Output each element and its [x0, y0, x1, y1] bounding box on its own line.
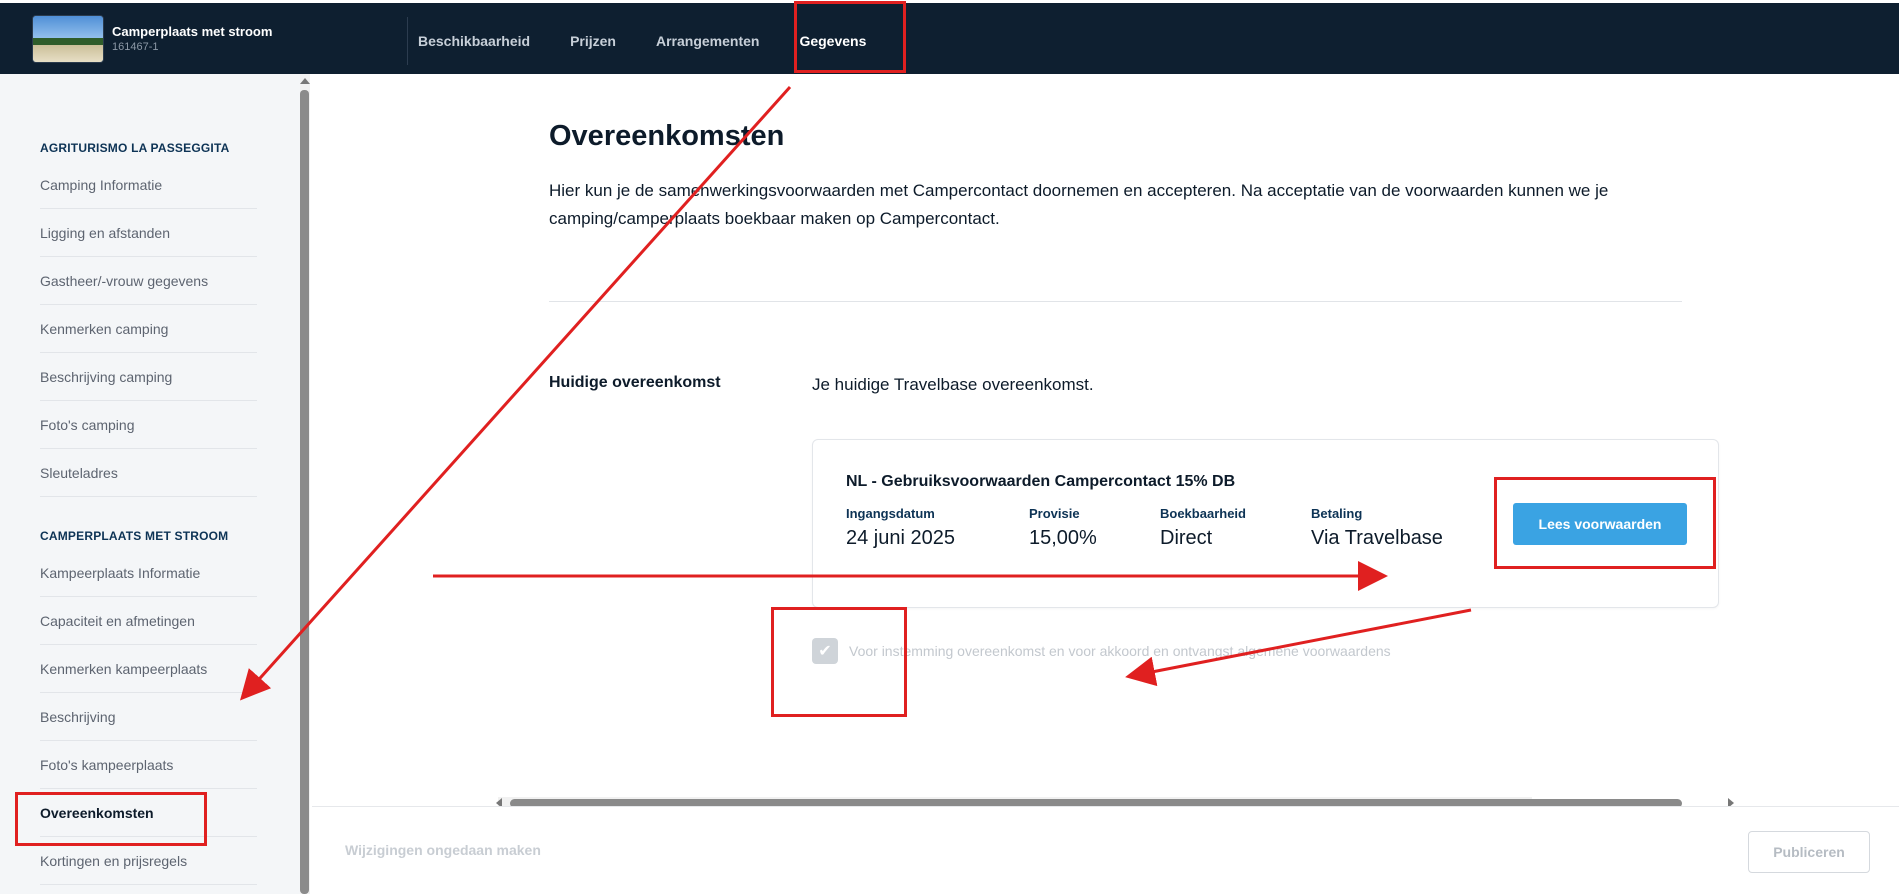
property-id: 161467-1: [112, 41, 159, 53]
sidebar-item-kenmerken-kampeerplaats[interactable]: Kenmerken kampeerplaats: [40, 645, 257, 693]
sidebar-scrollbar-thumb[interactable]: [300, 90, 309, 894]
field-label: Provisie: [1029, 506, 1080, 521]
sidebar: AGRITURISMO LA PASSEGGITA Camping Inform…: [0, 74, 302, 894]
field-value: Via Travelbase: [1311, 527, 1443, 549]
field-ingangsdatum: Ingangsdatum 24 juni 2025: [846, 506, 955, 550]
annotation-box-gegevens: [794, 1, 906, 73]
sidebar-heading: AGRITURISMO LA PASSEGGITA: [40, 141, 230, 155]
field-boekbaarheid: Boekbaarheid Direct: [1160, 506, 1246, 550]
annotation-box-checkbox: [771, 607, 907, 717]
field-value: 15,00%: [1029, 527, 1097, 549]
nav-beschikbaarheid[interactable]: Beschikbaarheid: [418, 33, 530, 49]
page-title: Overeenkomsten: [549, 120, 785, 152]
top-bar: Camperplaats met stroom 161467-1 Beschik…: [0, 0, 1899, 74]
annotation-box-overeenkomsten: [15, 792, 207, 846]
field-betaling: Betaling Via Travelbase: [1311, 506, 1443, 550]
sidebar-heading: CAMPERPLAATS MET STROOM: [40, 529, 229, 543]
field-provisie: Provisie 15,00%: [1029, 506, 1097, 550]
sidebar-item-fotos-camping[interactable]: Foto's camping: [40, 401, 257, 449]
agreement-title: NL - Gebruiksvoorwaarden Campercontact 1…: [846, 473, 1236, 490]
sidebar-item-capaciteit[interactable]: Capaciteit en afmetingen: [40, 597, 257, 645]
intro-text: Hier kun je de samenwerkingsvoorwaarden …: [549, 181, 1609, 228]
property-thumbnail: [32, 15, 104, 63]
sidebar-item-kenmerken-camping[interactable]: Kenmerken camping: [40, 305, 257, 353]
divider: [549, 301, 1682, 302]
sidebar-item-ligging[interactable]: Ligging en afstanden: [40, 209, 257, 257]
sidebar-item-gastheer[interactable]: Gastheer/-vrouw gegevens: [40, 257, 257, 305]
undo-changes-button[interactable]: Wijzigingen ongedaan maken: [345, 842, 541, 858]
field-label: Ingangsdatum: [846, 506, 935, 521]
sidebar-item-camping-informatie[interactable]: Camping Informatie: [40, 161, 257, 209]
field-label: Boekbaarheid: [1160, 506, 1246, 521]
property-switcher[interactable]: Camperplaats met stroom 161467-1: [32, 15, 272, 63]
scroll-up-arrow-icon[interactable]: [300, 78, 310, 84]
sidebar-item-beschrijving-camping[interactable]: Beschrijving camping: [40, 353, 257, 401]
current-agreement-label: Huidige overeenkomst: [549, 374, 721, 391]
field-value: 24 juni 2025: [846, 527, 955, 549]
sidebar-item-beschrijving[interactable]: Beschrijving: [40, 693, 257, 741]
property-title: Camperplaats met stroom: [112, 24, 273, 39]
sidebar-item-fotos-kampeerplaats[interactable]: Foto's kampeerplaats: [40, 741, 257, 789]
annotation-box-read-terms: [1494, 477, 1716, 569]
field-value: Direct: [1160, 527, 1213, 549]
sidebar-item-kampeerplaats-informatie[interactable]: Kampeerplaats Informatie: [40, 549, 257, 597]
nav-arrangementen[interactable]: Arrangementen: [656, 33, 759, 49]
publish-button[interactable]: Publiceren: [1748, 831, 1870, 873]
sidebar-group-camping: AGRITURISMO LA PASSEGGITA Camping Inform…: [40, 141, 257, 497]
field-label: Betaling: [1311, 506, 1363, 521]
consent-label: Voor instemming overeenkomst en voor akk…: [849, 643, 1391, 659]
current-agreement-description: Je huidige Travelbase overeenkomst.: [812, 375, 1094, 394]
footer-bar: Wijzigingen ongedaan maken Publiceren: [312, 806, 1899, 894]
sidebar-item-sleuteladres[interactable]: Sleuteladres: [40, 449, 257, 497]
nav-prijzen[interactable]: Prijzen: [570, 33, 616, 49]
